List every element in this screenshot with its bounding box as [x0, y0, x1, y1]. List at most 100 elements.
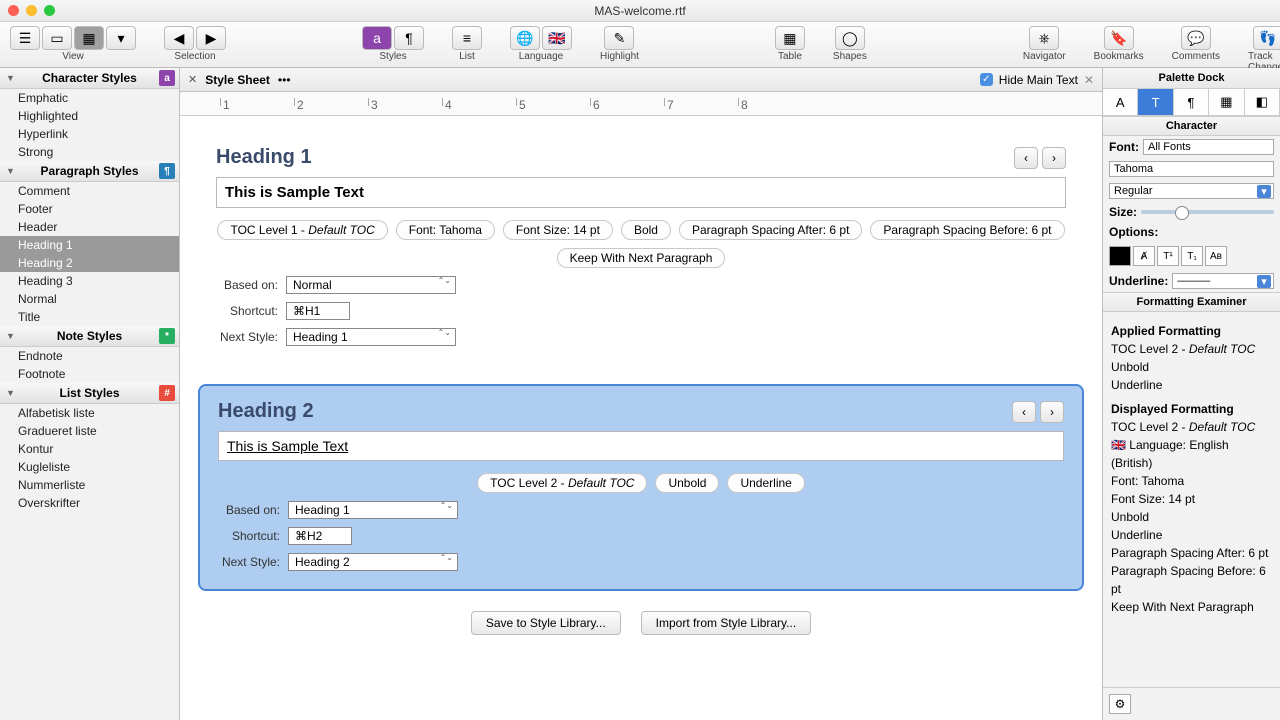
prev-style-button[interactable]: ‹: [1012, 401, 1036, 423]
sidebar-item[interactable]: Heading 1: [0, 236, 179, 254]
attribute-pill[interactable]: Keep With Next Paragraph: [557, 248, 726, 268]
attribute-pill[interactable]: TOC Level 1 - Default TOC: [217, 220, 387, 240]
smallcaps-button[interactable]: Aʙ: [1205, 246, 1227, 266]
underline-select[interactable]: ———: [1172, 273, 1274, 289]
sidebar-item[interactable]: Footer: [0, 200, 179, 218]
view-page-button[interactable]: ▭: [42, 26, 72, 50]
note-styles-header[interactable]: ▼Note Styles*: [0, 326, 179, 347]
view-layout-button[interactable]: ▦: [74, 26, 104, 50]
based-on-select[interactable]: Normal: [286, 276, 456, 294]
language-globe-button[interactable]: 🌐: [510, 26, 540, 50]
save-to-library-button[interactable]: Save to Style Library...: [471, 611, 621, 635]
toolbar-view-group: ☰ ▭ ▦ ▾ View: [10, 26, 136, 62]
attribute-pill[interactable]: Unbold: [655, 473, 719, 493]
sidebar-item[interactable]: Hyperlink: [0, 125, 179, 143]
shortcut-input[interactable]: [288, 527, 352, 545]
next-style-button[interactable]: ›: [1042, 147, 1066, 169]
navigator-button[interactable]: ⎈: [1029, 26, 1059, 50]
sidebar-item[interactable]: Emphatic: [0, 89, 179, 107]
selection-prev-button[interactable]: ◀: [164, 26, 194, 50]
font-style-select[interactable]: Regular: [1109, 183, 1274, 199]
sidebar-item[interactable]: Kontur: [0, 440, 179, 458]
sidebar-item[interactable]: Strong: [0, 143, 179, 161]
font-filter-select[interactable]: All Fonts: [1143, 139, 1274, 155]
dock-tab-a[interactable]: A: [1103, 89, 1138, 115]
comments-button[interactable]: 💬: [1181, 26, 1211, 50]
sidebar-item[interactable]: Heading 3: [0, 272, 179, 290]
tab-close-icon[interactable]: ✕: [188, 73, 197, 86]
sidebar-item[interactable]: Comment: [0, 182, 179, 200]
color-swatch[interactable]: [1109, 246, 1131, 266]
toolbar-selection-group: ◀ ▶ Selection: [164, 26, 226, 62]
sidebar-item[interactable]: Gradueret liste: [0, 422, 179, 440]
sidebar-item[interactable]: Endnote: [0, 347, 179, 365]
character-styles-header[interactable]: ▼Character Stylesa: [0, 68, 179, 89]
next-style-select[interactable]: Heading 1: [286, 328, 456, 346]
left-sidebar: ▼Character Stylesa EmphaticHighlightedHy…: [0, 68, 180, 720]
sample-text-box[interactable]: This is Sample Text: [218, 431, 1064, 461]
sidebar-item[interactable]: Alfabetisk liste: [0, 404, 179, 422]
style-block-heading2[interactable]: Heading 2 ‹ › This is Sample Text TOC Le…: [198, 384, 1084, 591]
size-slider[interactable]: [1141, 210, 1274, 214]
next-style-select[interactable]: Heading 2: [288, 553, 458, 571]
shortcut-input[interactable]: [286, 302, 350, 320]
attribute-pill[interactable]: Bold: [621, 220, 671, 240]
based-on-select[interactable]: Heading 1: [288, 501, 458, 519]
gear-icon[interactable]: ⚙: [1109, 694, 1131, 714]
document-area: Heading 1 ‹ › This is Sample Text TOC Le…: [180, 116, 1102, 720]
shapes-button[interactable]: ◯: [835, 26, 865, 50]
sample-text-box[interactable]: This is Sample Text: [216, 177, 1066, 208]
attribute-pill[interactable]: Underline: [727, 473, 804, 493]
view-dropdown-button[interactable]: ▾: [106, 26, 136, 50]
superscript-button[interactable]: T¹: [1157, 246, 1179, 266]
dock-tab-para[interactable]: ¶: [1174, 89, 1209, 115]
sidebar-item[interactable]: Highlighted: [0, 107, 179, 125]
table-button[interactable]: ▦: [775, 26, 805, 50]
sidebar-item[interactable]: Footnote: [0, 365, 179, 383]
sidebar-item[interactable]: Overskrifter: [0, 494, 179, 512]
sidebar-item[interactable]: Kugleliste: [0, 458, 179, 476]
dock-tab-shape[interactable]: ◧: [1245, 89, 1280, 115]
font-name-select[interactable]: Tahoma: [1109, 161, 1274, 177]
next-style-button[interactable]: ›: [1040, 401, 1064, 423]
strikethrough-button[interactable]: Ⱥ: [1133, 246, 1155, 266]
sidebar-item[interactable]: Nummerliste: [0, 476, 179, 494]
close-window-button[interactable]: [8, 5, 19, 16]
import-from-library-button[interactable]: Import from Style Library...: [641, 611, 811, 635]
attribute-pill[interactable]: Paragraph Spacing Before: 6 pt: [870, 220, 1064, 240]
hide-main-text-checkbox[interactable]: ✓: [980, 73, 993, 86]
minimize-window-button[interactable]: [26, 5, 37, 16]
subscript-button[interactable]: T₁: [1181, 246, 1203, 266]
attribute-pill[interactable]: Font Size: 14 pt: [503, 220, 613, 240]
tab-strip: ✕ Style Sheet ••• ✓ Hide Main Text ✕: [180, 68, 1102, 92]
hide-main-text-label: Hide Main Text: [999, 73, 1078, 87]
sidebar-item[interactable]: Normal: [0, 290, 179, 308]
bookmarks-button[interactable]: 🔖: [1104, 26, 1134, 50]
styles-para-button[interactable]: ¶: [394, 26, 424, 50]
list-styles-header[interactable]: ▼List Styles#: [0, 383, 179, 404]
title-bar: MAS-welcome.rtf: [0, 0, 1280, 22]
track-changes-button[interactable]: 👣: [1253, 26, 1280, 50]
paragraph-styles-header[interactable]: ▼Paragraph Styles¶: [0, 161, 179, 182]
document-title: MAS-welcome.rtf: [594, 4, 685, 18]
dock-tab-t[interactable]: T: [1138, 89, 1173, 115]
dock-tab-table[interactable]: ▦: [1209, 89, 1244, 115]
selection-next-button[interactable]: ▶: [196, 26, 226, 50]
highlight-button[interactable]: ✎: [604, 26, 634, 50]
sidebar-item[interactable]: Title: [0, 308, 179, 326]
sidebar-item[interactable]: Heading 2: [0, 254, 179, 272]
zoom-window-button[interactable]: [44, 5, 55, 16]
sidebar-item[interactable]: Header: [0, 218, 179, 236]
language-flag-button[interactable]: 🇬🇧: [542, 26, 572, 50]
ruler[interactable]: 12345678: [180, 92, 1102, 116]
view-list-button[interactable]: ☰: [10, 26, 40, 50]
styles-button[interactable]: a: [362, 26, 392, 50]
attribute-pill[interactable]: TOC Level 2 - Default TOC: [477, 473, 647, 493]
attribute-pill[interactable]: Font: Tahoma: [396, 220, 495, 240]
style-name: Heading 2: [218, 400, 314, 423]
formatting-examiner-list: Applied Formatting TOC Level 2 - Default…: [1103, 312, 1280, 620]
attribute-pill[interactable]: Paragraph Spacing After: 6 pt: [679, 220, 862, 240]
panel-close-icon[interactable]: ✕: [1084, 73, 1094, 87]
prev-style-button[interactable]: ‹: [1014, 147, 1038, 169]
list-button[interactable]: ≡: [452, 26, 482, 50]
